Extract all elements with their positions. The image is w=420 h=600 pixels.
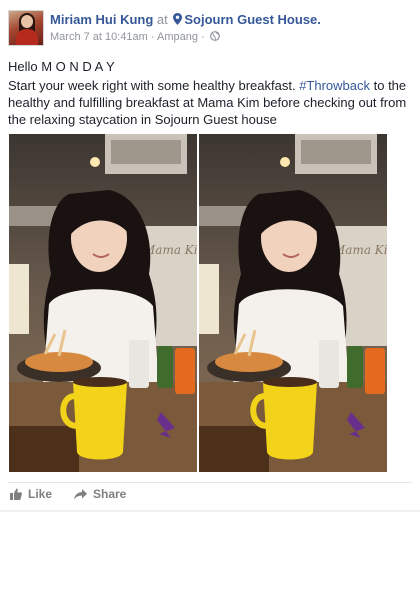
timestamp-link[interactable]: March 7 at 10:41am xyxy=(50,31,148,43)
post-text-part1: Start your week right with some healthy … xyxy=(8,78,300,93)
share-label: Share xyxy=(93,487,127,501)
location-link[interactable]: Sojourn Guest House. xyxy=(184,12,321,27)
photo-1[interactable]: Mama Kim xyxy=(9,134,197,472)
share-arrow-icon xyxy=(74,489,87,500)
map-pin-icon xyxy=(173,13,183,25)
post-text-body: Start your week right with some healthy … xyxy=(8,77,412,128)
author-name-link[interactable]: Miriam Hui Kung xyxy=(50,12,153,27)
hashtag-link[interactable]: #Throwback xyxy=(299,78,370,93)
post-header: Miriam Hui Kung at Sojourn Guest House. … xyxy=(8,10,412,50)
meta-separator-2: · xyxy=(201,31,205,43)
post-bottom-border xyxy=(0,510,420,512)
post-title-line: Miriam Hui Kung at Sojourn Guest House. xyxy=(50,11,321,28)
like-button[interactable]: Like xyxy=(10,487,52,501)
at-label: at xyxy=(156,12,168,27)
meta-separator: · xyxy=(150,31,155,43)
photo-grid: Mama Kim M xyxy=(9,134,389,472)
thumbs-up-icon xyxy=(10,488,22,500)
action-divider xyxy=(8,482,412,483)
place-tag-link[interactable]: Ampang xyxy=(157,31,198,43)
mama-kim-sign-text: Mama Kim xyxy=(142,243,197,257)
post-text-line1: Hello M O N D A Y xyxy=(8,59,115,74)
photo-2[interactable]: Mama Kim xyxy=(199,134,387,472)
breakfast-photo-image-2: Mama Kim xyxy=(199,134,387,472)
post-text: Hello M O N D A Y Start your week right … xyxy=(8,58,412,130)
breakfast-photo-image: Mama Kim xyxy=(9,134,197,472)
mama-kim-sign-text-2: Mama Kim xyxy=(332,243,387,257)
avatar[interactable] xyxy=(8,10,44,46)
share-button[interactable]: Share xyxy=(74,487,126,501)
like-label: Like xyxy=(28,487,53,501)
post-meta: March 7 at 10:41am · Ampang · xyxy=(50,30,220,44)
globe-icon[interactable] xyxy=(209,31,220,41)
